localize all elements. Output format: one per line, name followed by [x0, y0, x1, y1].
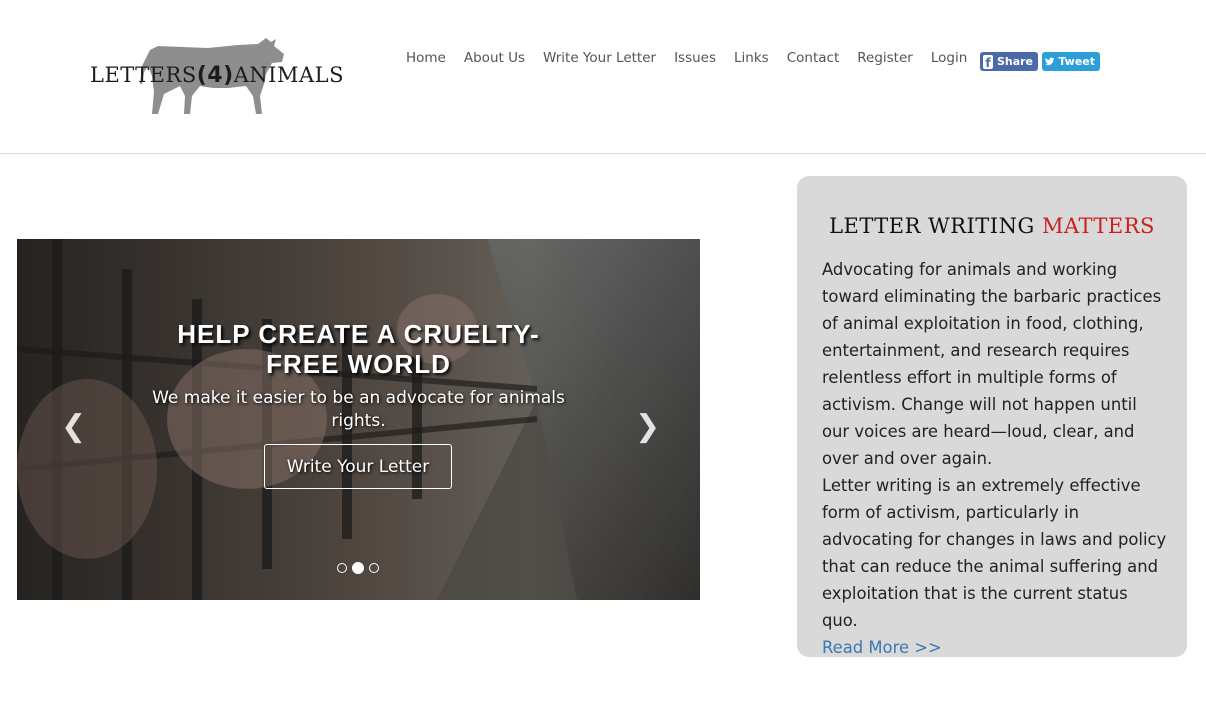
nav-contact[interactable]: Contact [787, 50, 840, 66]
card-paragraph-2: Letter writing is an extremely effective… [822, 476, 1167, 630]
logo-text-animals: ANIMALS [233, 63, 344, 87]
logo-wordmark: LETTERS(4)ANIMALS [90, 63, 344, 88]
logo-text-four: (4) [196, 63, 234, 88]
card-title: LETTER WRITING MATTERS [797, 214, 1187, 238]
hero-subtext: We make it easier to be an advocate for … [152, 388, 565, 431]
share-label: Share [996, 55, 1033, 68]
main-nav: Home About Us Write Your Letter Issues L… [397, 50, 976, 66]
nav-home[interactable]: Home [406, 50, 446, 66]
hero-heading: HELP CREATE A CRUELTY-FREE WORLD [177, 319, 540, 379]
twitter-tweet-button[interactable]: Tweet [1042, 52, 1100, 71]
twitter-bird-icon [1045, 57, 1055, 66]
carousel-dot-3[interactable] [369, 563, 379, 573]
nav-register[interactable]: Register [857, 50, 913, 66]
facebook-icon: f [983, 54, 993, 69]
chevron-right-icon[interactable]: ❯ [635, 409, 660, 444]
nav-about-us[interactable]: About Us [464, 50, 525, 66]
social-buttons: f Share Tweet [980, 52, 1100, 71]
chevron-left-icon[interactable]: ❮ [61, 409, 86, 444]
write-letter-button[interactable]: Write Your Letter [264, 444, 452, 489]
hero-caption: HELP CREATE A CRUELTY-FREE WORLD We make… [147, 319, 570, 433]
carousel-dot-1[interactable] [337, 563, 347, 573]
card-paragraph-1: Advocating for animals and working towar… [822, 260, 1162, 468]
read-more-link[interactable]: Read More >> [822, 638, 942, 657]
card-title-plain: LETTER WRITING [829, 214, 1035, 238]
logo-text-letters: LETTERS [90, 63, 197, 87]
card-title-highlight: MATTERS [1041, 214, 1155, 238]
facebook-share-button[interactable]: f Share [980, 52, 1038, 71]
carousel-indicators [337, 562, 379, 574]
nav-issues[interactable]: Issues [674, 50, 716, 66]
card-body: Advocating for animals and working towar… [822, 256, 1167, 661]
nav-write-your-letter[interactable]: Write Your Letter [543, 50, 656, 66]
letter-writing-card: LETTER WRITING MATTERS Advocating for an… [797, 176, 1187, 657]
nav-login[interactable]: Login [931, 50, 967, 66]
tweet-label: Tweet [1058, 55, 1095, 68]
site-header: LETTERS(4)ANIMALS Home About Us Write Yo… [0, 0, 1206, 154]
carousel-dot-2[interactable] [352, 562, 364, 574]
site-logo[interactable]: LETTERS(4)ANIMALS [88, 36, 343, 118]
hero-carousel: HELP CREATE A CRUELTY-FREE WORLD We make… [17, 239, 700, 600]
nav-links[interactable]: Links [734, 50, 769, 66]
